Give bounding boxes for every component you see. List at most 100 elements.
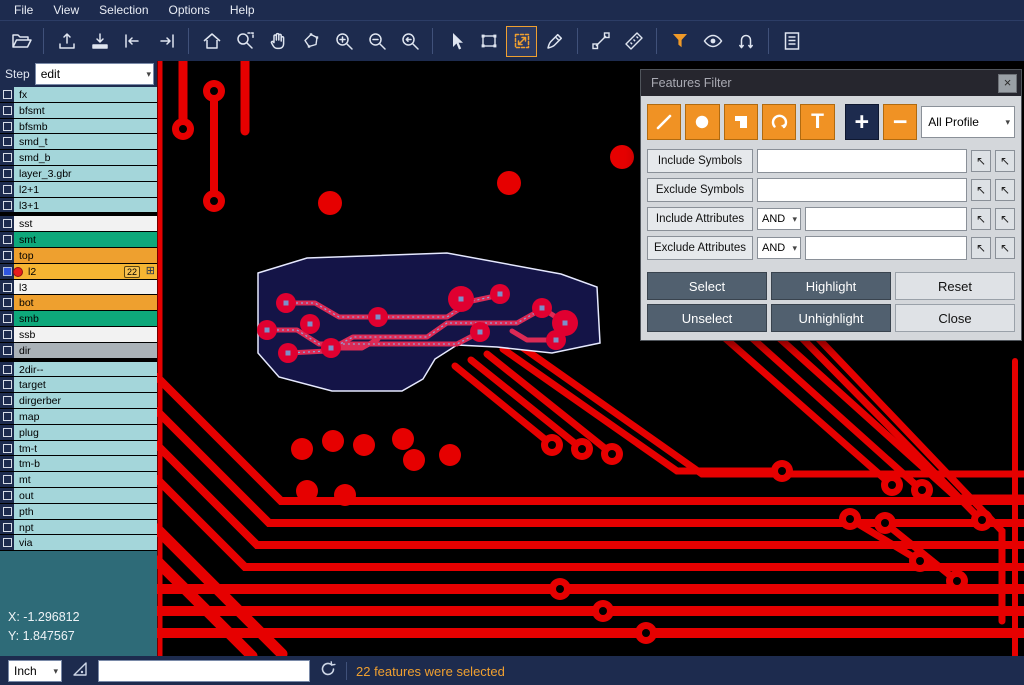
layer-row-smd_b[interactable]: smd_b [0, 150, 157, 166]
dialog-titlebar[interactable]: Features Filter × [641, 70, 1021, 96]
layer-visibility-checkbox[interactable] [0, 280, 14, 296]
pointer-icon[interactable] [440, 26, 471, 57]
import-right-icon[interactable] [150, 26, 181, 57]
layer-row-ssb[interactable]: ssb [0, 327, 157, 343]
menu-help[interactable]: Help [220, 1, 265, 20]
export-up-icon[interactable] [51, 26, 82, 57]
exclude-symbols-button[interactable]: Exclude Symbols [647, 178, 753, 202]
layer-row-smd_t[interactable]: smd_t [0, 134, 157, 150]
layer-row-npt[interactable]: npt [0, 520, 157, 536]
measure-ruler-icon[interactable] [618, 26, 649, 57]
layer-row-via[interactable]: via [0, 535, 157, 551]
layer-visibility-checkbox[interactable] [0, 87, 14, 103]
layer-row-dirgerber[interactable]: dirgerber [0, 393, 157, 409]
layer-visibility-checkbox[interactable] [0, 248, 14, 264]
layer-visibility-checkbox[interactable] [0, 103, 14, 119]
layer-row-plug[interactable]: plug [0, 425, 157, 441]
layer-row-pth[interactable]: pth [0, 504, 157, 520]
layer-visibility-checkbox[interactable] [0, 182, 14, 198]
layer-row-l3+1[interactable]: l3+1 [0, 198, 157, 214]
layer-visibility-checkbox[interactable] [0, 362, 14, 378]
layer-visibility-checkbox[interactable] [0, 166, 14, 182]
layer-row-l2+1[interactable]: l2+1 [0, 182, 157, 198]
import-left-icon[interactable] [117, 26, 148, 57]
step-select[interactable]: edit ▾ [35, 63, 154, 85]
layer-row-smb[interactable]: smb [0, 311, 157, 327]
filter-surface-button[interactable] [724, 104, 758, 140]
filter-line-button[interactable] [647, 104, 681, 140]
report-list-icon[interactable] [776, 26, 807, 57]
command-input[interactable] [98, 660, 310, 682]
layer-visibility-checkbox[interactable] [0, 343, 14, 359]
pick-exclude-symbols-icon[interactable]: ↖ [971, 179, 991, 201]
layer-row-l2[interactable]: l222⊞ [0, 264, 157, 280]
layer-row-2dir--[interactable]: 2dir-- [0, 362, 157, 378]
measure-points-icon[interactable] [585, 26, 616, 57]
rect-select-icon[interactable] [473, 26, 504, 57]
layer-visibility-checkbox[interactable] [0, 377, 14, 393]
layer-visibility-checkbox[interactable] [0, 504, 14, 520]
unhighlight-button[interactable]: Unhighlight [771, 304, 891, 332]
menu-file[interactable]: File [4, 1, 43, 20]
remove-filter-button[interactable]: − [883, 104, 917, 140]
pick-exclude-symbols-alt-icon[interactable]: ↖ [995, 179, 1015, 201]
reset-button[interactable]: Reset [895, 272, 1015, 300]
net-query-icon[interactable] [730, 26, 761, 57]
refresh-icon[interactable] [319, 660, 337, 683]
layer-visibility-checkbox[interactable] [0, 488, 14, 504]
layer-visibility-checkbox[interactable] [0, 264, 14, 280]
pick-exclude-attributes-alt-icon[interactable]: ↖ [995, 237, 1015, 259]
layer-row-bot[interactable]: bot [0, 295, 157, 311]
snap-angle-icon[interactable] [71, 660, 89, 683]
layer-row-mt[interactable]: mt [0, 472, 157, 488]
select-features-icon[interactable] [506, 26, 537, 57]
zoom-area-icon[interactable] [229, 26, 260, 57]
layer-visibility-checkbox[interactable] [0, 119, 14, 135]
layer-visibility-checkbox[interactable] [0, 311, 14, 327]
view-eye-icon[interactable] [697, 26, 728, 57]
filter-pad-button[interactable] [685, 104, 719, 140]
close-button[interactable]: Close [895, 304, 1015, 332]
pcb-canvas[interactable]: Features Filter × [157, 61, 1024, 656]
highlight-button[interactable]: Highlight [771, 272, 891, 300]
layer-visibility-checkbox[interactable] [0, 456, 14, 472]
include-attributes-button[interactable]: Include Attributes [647, 207, 753, 231]
layer-visibility-checkbox[interactable] [0, 150, 14, 166]
select-button[interactable]: Select [647, 272, 767, 300]
filter-text-button[interactable]: T [800, 104, 834, 140]
add-filter-button[interactable]: + [845, 104, 879, 140]
layer-row-target[interactable]: target [0, 377, 157, 393]
pan-hand-icon[interactable] [262, 26, 293, 57]
layer-visibility-checkbox[interactable] [0, 134, 14, 150]
layer-visibility-checkbox[interactable] [0, 216, 14, 232]
layer-row-dir[interactable]: dir [0, 343, 157, 359]
layer-visibility-checkbox[interactable] [0, 472, 14, 488]
layer-visibility-checkbox[interactable] [0, 232, 14, 248]
pick-include-symbols-icon[interactable]: ↖ [971, 150, 991, 172]
include-symbols-button[interactable]: Include Symbols [647, 149, 753, 173]
layer-visibility-checkbox[interactable] [0, 520, 14, 536]
include-symbols-input[interactable] [757, 149, 967, 173]
layer-row-map[interactable]: map [0, 409, 157, 425]
zoom-previous-icon[interactable] [394, 26, 425, 57]
layer-row-tm-t[interactable]: tm-t [0, 441, 157, 457]
clear-brush-icon[interactable] [539, 26, 570, 57]
zoom-out-icon[interactable] [361, 26, 392, 57]
layer-row-bfsmb[interactable]: bfsmb [0, 119, 157, 135]
filter-arc-button[interactable] [762, 104, 796, 140]
lasso-select-icon[interactable] [295, 26, 326, 57]
layer-row-smt[interactable]: smt [0, 232, 157, 248]
exclude-attributes-button[interactable]: Exclude Attributes [647, 236, 753, 260]
layer-visibility-checkbox[interactable] [0, 198, 14, 214]
exclude-attributes-logic-select[interactable]: AND ▾ [757, 237, 801, 259]
menu-options[interactable]: Options [159, 1, 220, 20]
pick-include-attributes-alt-icon[interactable]: ↖ [995, 208, 1015, 230]
layer-visibility-checkbox[interactable] [0, 441, 14, 457]
include-attributes-input[interactable] [805, 207, 967, 231]
layer-row-out[interactable]: out [0, 488, 157, 504]
layer-row-layer_3.gbr[interactable]: layer_3.gbr [0, 166, 157, 182]
layer-visibility-checkbox[interactable] [0, 535, 14, 551]
unselect-button[interactable]: Unselect [647, 304, 767, 332]
layer-row-sst[interactable]: sst [0, 216, 157, 232]
zoom-in-icon[interactable] [328, 26, 359, 57]
